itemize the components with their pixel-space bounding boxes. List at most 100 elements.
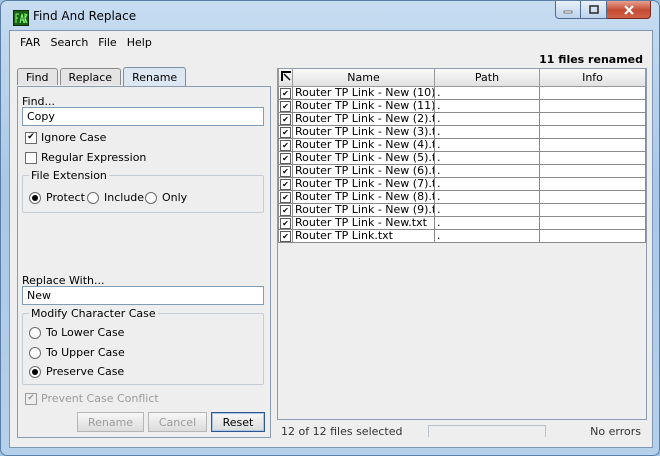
tab-replace[interactable]: Replace <box>59 68 122 85</box>
file-path-cell: . <box>434 177 540 191</box>
preserve-case-radio[interactable]: Preserve Case <box>29 365 124 378</box>
table-row[interactable]: ✔ Router TP Link - New (5).txt. <box>278 151 646 165</box>
row-checkbox[interactable]: ✔ <box>278 151 293 165</box>
file-name-cell: Router TP Link - New (3).txt <box>292 125 435 139</box>
row-checkbox[interactable]: ✔ <box>278 177 293 191</box>
tab-rename[interactable]: Rename <box>123 67 187 86</box>
check-icon: ✔ <box>280 165 291 177</box>
row-checkbox[interactable]: ✔ <box>278 112 293 126</box>
rename-status: 11 files renamed <box>539 53 643 66</box>
row-checkbox[interactable]: ✔ <box>278 99 293 113</box>
menu-file[interactable]: File <box>98 36 116 49</box>
check-icon: ✔ <box>25 392 37 405</box>
file-name-cell: Router TP Link - New (9).txt <box>292 203 435 217</box>
row-checkbox[interactable]: ✔ <box>278 125 293 139</box>
file-name-cell: Router TP Link - New (8).txt <box>292 190 435 204</box>
file-info-cell <box>539 151 646 165</box>
table-row[interactable]: ✔ Router TP Link - New (8).txt. <box>278 190 646 204</box>
table-row[interactable]: ✔ Router TP Link - New (7).txt. <box>278 177 646 191</box>
table-row[interactable]: ✔ Router TP Link - New (2).txt. <box>278 112 646 126</box>
maximize-button[interactable] <box>581 1 607 19</box>
table-row[interactable]: ✔Router TP Link - New (11).txt. <box>278 99 646 113</box>
radio-icon <box>87 191 99 204</box>
column-name[interactable]: Name <box>292 69 435 87</box>
check-icon: ✔ <box>280 126 291 138</box>
file-path-cell: . <box>434 216 540 230</box>
regex-label: Regular Expression <box>41 151 147 164</box>
minimize-icon <box>563 10 573 13</box>
column-info[interactable]: Info <box>539 69 646 87</box>
file-name-cell: Router TP Link - New (2).txt <box>292 112 435 126</box>
menu-help[interactable]: Help <box>127 36 152 49</box>
rename-button[interactable]: Rename <box>77 412 144 432</box>
rename-panel: Find... Copy ✔ Ignore Case Regular Expre… <box>17 86 271 438</box>
row-checkbox[interactable]: ✔ <box>278 229 293 243</box>
file-path-cell: . <box>434 125 540 139</box>
radio-icon <box>29 346 41 359</box>
ignore-case-label: Ignore Case <box>41 131 107 144</box>
file-name-cell: Router TP Link - New (10).txt <box>292 86 435 100</box>
row-checkbox[interactable]: ✔ <box>278 203 293 217</box>
upper-case-radio[interactable]: To Upper Case <box>29 346 125 359</box>
replace-input[interactable]: New <box>22 286 264 305</box>
lower-case-radio[interactable]: To Lower Case <box>29 326 124 339</box>
tab-strip: Find Replace Rename <box>17 67 188 86</box>
row-checkbox[interactable]: ✔ <box>278 164 293 178</box>
unchecked-box-icon <box>25 151 37 164</box>
find-input[interactable]: Copy <box>22 107 264 126</box>
tab-find[interactable]: Find <box>17 68 58 85</box>
cancel-button[interactable]: Cancel <box>148 412 207 432</box>
minimize-button[interactable] <box>555 1 581 19</box>
file-info-cell <box>539 86 646 100</box>
file-extension-group: File Extension Protect Include Only <box>22 169 264 213</box>
check-icon: ✔ <box>280 139 291 151</box>
title-bar[interactable]: Find And Replace <box>1 1 659 31</box>
row-checkbox[interactable]: ✔ <box>278 216 293 230</box>
client-area: FAR Search File Help 11 files renamed Fi… <box>9 30 653 448</box>
ignore-case-checkbox[interactable]: ✔ Ignore Case <box>25 131 106 144</box>
check-icon: ✔ <box>280 113 291 125</box>
menu-search[interactable]: Search <box>51 36 89 49</box>
selection-count: 12 of 12 files selected <box>281 424 403 438</box>
file-path-cell: . <box>434 229 540 243</box>
table-row[interactable]: ✔ Router TP Link - New (6).txt. <box>278 164 646 178</box>
row-checkbox[interactable]: ✔ <box>278 86 293 100</box>
prevent-conflict-checkbox[interactable]: ✔ Prevent Case Conflict <box>25 392 159 405</box>
row-checkbox[interactable]: ✔ <box>278 138 293 152</box>
menu-far[interactable]: FAR <box>20 36 41 49</box>
ext-only-radio[interactable]: Only <box>145 191 187 204</box>
table-row[interactable]: ✔ Router TP Link - New (9).txt. <box>278 203 646 217</box>
close-button[interactable] <box>607 1 651 19</box>
prevent-conflict-label: Prevent Case Conflict <box>41 392 159 405</box>
column-path[interactable]: Path <box>434 69 540 87</box>
file-info-cell <box>539 190 646 204</box>
progress-bar <box>428 425 546 437</box>
table-row[interactable]: ✔Router TP Link - New (10).txt. <box>278 86 646 100</box>
reset-button[interactable]: Reset <box>211 412 265 432</box>
ext-include-label: Include <box>104 191 145 204</box>
select-all-header[interactable] <box>278 69 293 87</box>
file-path-cell: . <box>434 138 540 152</box>
file-info-cell <box>539 112 646 126</box>
table-row[interactable]: ✔ Router TP Link - New (3).txt. <box>278 125 646 139</box>
ext-include-radio[interactable]: Include <box>87 191 144 204</box>
check-icon: ✔ <box>280 152 291 164</box>
table-row[interactable]: ✔ Router TP Link - New (4).txt. <box>278 138 646 152</box>
table-row[interactable]: ✔ Router TP Link - New.txt. <box>278 216 646 230</box>
status-bar: 12 of 12 files selected No errors <box>277 421 647 441</box>
file-path-cell: . <box>434 99 540 113</box>
check-icon: ✔ <box>280 87 291 99</box>
lower-case-label: To Lower Case <box>46 326 125 339</box>
regex-checkbox[interactable]: Regular Expression <box>25 151 146 164</box>
close-icon <box>623 4 634 15</box>
check-icon: ✔ <box>280 230 291 242</box>
maximize-icon <box>588 5 599 14</box>
radio-icon <box>29 326 41 339</box>
preserve-case-label: Preserve Case <box>46 365 125 378</box>
row-checkbox[interactable]: ✔ <box>278 190 293 204</box>
table-row[interactable]: ✔ Router TP Link.txt. <box>278 229 646 243</box>
ext-protect-radio[interactable]: Protect <box>29 191 85 204</box>
file-name-cell: Router TP Link - New (11).txt <box>292 99 435 113</box>
ext-protect-label: Protect <box>46 191 85 204</box>
file-info-cell <box>539 216 646 230</box>
